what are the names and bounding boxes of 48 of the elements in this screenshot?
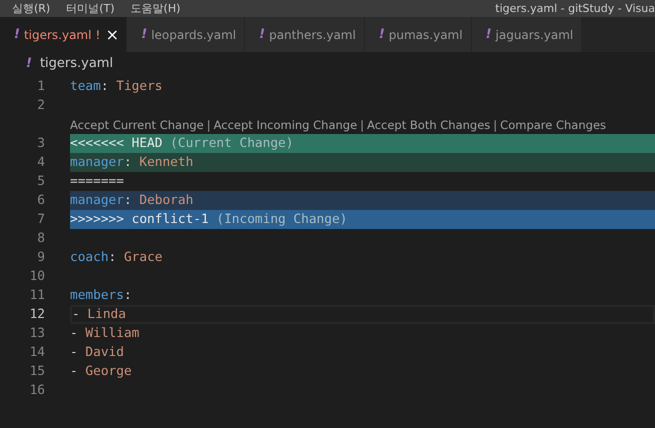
yaml-file-icon: !: [374, 27, 389, 42]
file-tab[interactable]: ! pumas.yaml: [364, 17, 472, 52]
breadcrumb-item[interactable]: tigers.yaml: [40, 56, 114, 70]
line-number: 1: [36, 79, 46, 94]
line-number: 16: [28, 383, 46, 398]
close-icon[interactable]: ×: [104, 25, 120, 44]
codelens-link[interactable]: Accept Both Changes: [367, 118, 490, 132]
code-line: coach: Grace: [70, 249, 164, 267]
code-line: - George: [70, 363, 133, 381]
code-line: - William: [70, 325, 140, 343]
separator: |: [360, 118, 364, 132]
code-line: members:: [70, 287, 133, 305]
window-title: tigers.yaml - gitStudy - Visua: [495, 1, 655, 17]
menu-item[interactable]: 실행(R): [4, 0, 58, 17]
line-number: 8: [36, 231, 46, 246]
file-tab[interactable]: ! panthers.yaml: [245, 17, 365, 52]
yaml-file-icon: !: [18, 56, 40, 70]
yaml-file-icon: !: [10, 27, 24, 42]
codelens-link[interactable]: Accept Current Change: [70, 118, 204, 132]
line-number: 13: [28, 326, 46, 341]
file-tab[interactable]: ! leopards.yaml: [127, 17, 246, 52]
line-number: 4: [36, 155, 46, 170]
file-tab[interactable]: ! tigers.yaml ! ×: [0, 17, 128, 52]
error-indicator: !: [95, 28, 100, 42]
line-number: 2: [36, 98, 46, 113]
line-number: 7: [36, 212, 46, 227]
line-number: 15: [28, 364, 46, 379]
line-number: 6: [36, 193, 46, 208]
line-number: 12: [28, 307, 46, 322]
menu-item[interactable]: 터미널(T): [58, 0, 123, 17]
file-tab[interactable]: ! jaguars.yaml: [472, 17, 582, 52]
codelens-link[interactable]: Accept Incoming Change: [214, 118, 358, 132]
codelens-link[interactable]: Compare Changes: [500, 118, 606, 132]
line-number: 10: [28, 269, 46, 284]
line-number: 11: [28, 288, 46, 303]
line-number: 9: [36, 250, 46, 265]
line-number: 3: [36, 136, 46, 151]
yaml-file-icon: !: [255, 27, 270, 42]
code-line: - David: [70, 344, 125, 362]
yaml-file-icon: !: [137, 27, 152, 42]
code-line: team: Tigers: [70, 78, 164, 96]
yaml-file-icon: !: [482, 27, 496, 42]
separator: |: [493, 118, 498, 132]
menu-item[interactable]: 도움말(H): [122, 0, 188, 17]
line-number: 14: [28, 345, 46, 360]
line-number: 5: [36, 174, 46, 189]
separator: |: [206, 118, 211, 132]
code-line: =======: [70, 173, 125, 191]
